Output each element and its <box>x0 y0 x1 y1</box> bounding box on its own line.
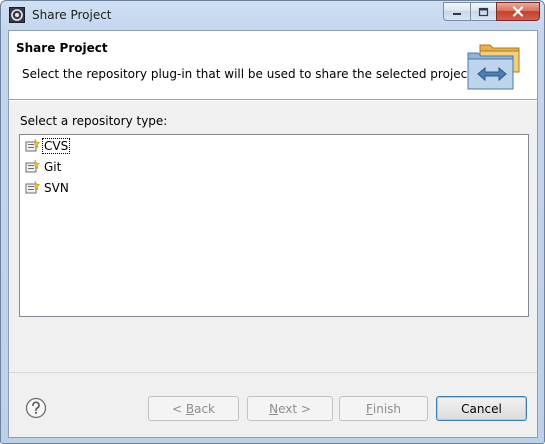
next-button[interactable]: Next > <box>247 396 333 421</box>
maximize-button[interactable] <box>470 2 496 21</box>
dialog-content: Share Project Select the repository plug… <box>8 30 538 438</box>
header-divider-highlight <box>9 100 537 101</box>
finish-button[interactable]: Finish <box>339 396 428 421</box>
help-icon[interactable] <box>25 397 47 419</box>
maximize-icon <box>478 7 489 16</box>
next-button-mnemonic: N <box>269 401 279 416</box>
close-icon <box>512 6 524 17</box>
minimize-button[interactable] <box>443 2 470 21</box>
list-item-cvs[interactable]: CVS <box>25 137 71 155</box>
finish-button-mnemonic: F <box>365 401 373 416</box>
cvs-repository-icon <box>25 138 41 152</box>
back-button[interactable]: < Back <box>148 396 239 421</box>
svn-repository-icon <box>25 180 41 194</box>
list-item-label: CVS <box>41 138 71 154</box>
next-button-suffix: ext > <box>278 401 311 416</box>
back-button-suffix: ack <box>194 401 215 416</box>
title-bar[interactable]: Share Project <box>1 1 544 30</box>
finish-button-suffix: inish <box>372 401 402 416</box>
cancel-button[interactable]: Cancel <box>436 396 527 421</box>
footer-divider <box>9 372 537 373</box>
cancel-button-label: Cancel <box>461 401 502 416</box>
window-controls <box>443 2 540 21</box>
repository-type-list[interactable]: CVS Git SVN <box>19 134 529 317</box>
list-item-label: SVN <box>44 181 69 195</box>
list-item-label: Git <box>44 160 62 174</box>
window-title: Share Project <box>32 8 112 22</box>
back-button-prefix: < <box>171 401 186 416</box>
share-folders-icon <box>467 44 520 90</box>
wizard-header: Share Project Select the repository plug… <box>9 31 537 99</box>
eclipse-app-icon <box>9 7 25 23</box>
list-item-git[interactable]: Git <box>25 158 62 176</box>
git-repository-icon <box>25 159 41 173</box>
close-button[interactable] <box>496 2 540 21</box>
wizard-description: Select the repository plug-in that will … <box>22 67 476 81</box>
repository-type-label: Select a repository type: <box>20 114 168 128</box>
list-item-svn[interactable]: SVN <box>25 179 70 197</box>
minimize-icon <box>453 12 461 15</box>
wizard-title: Share Project <box>16 41 108 55</box>
share-project-window: Share Project Share Project Select the r… <box>0 0 545 444</box>
back-button-mnemonic: B <box>185 401 195 416</box>
